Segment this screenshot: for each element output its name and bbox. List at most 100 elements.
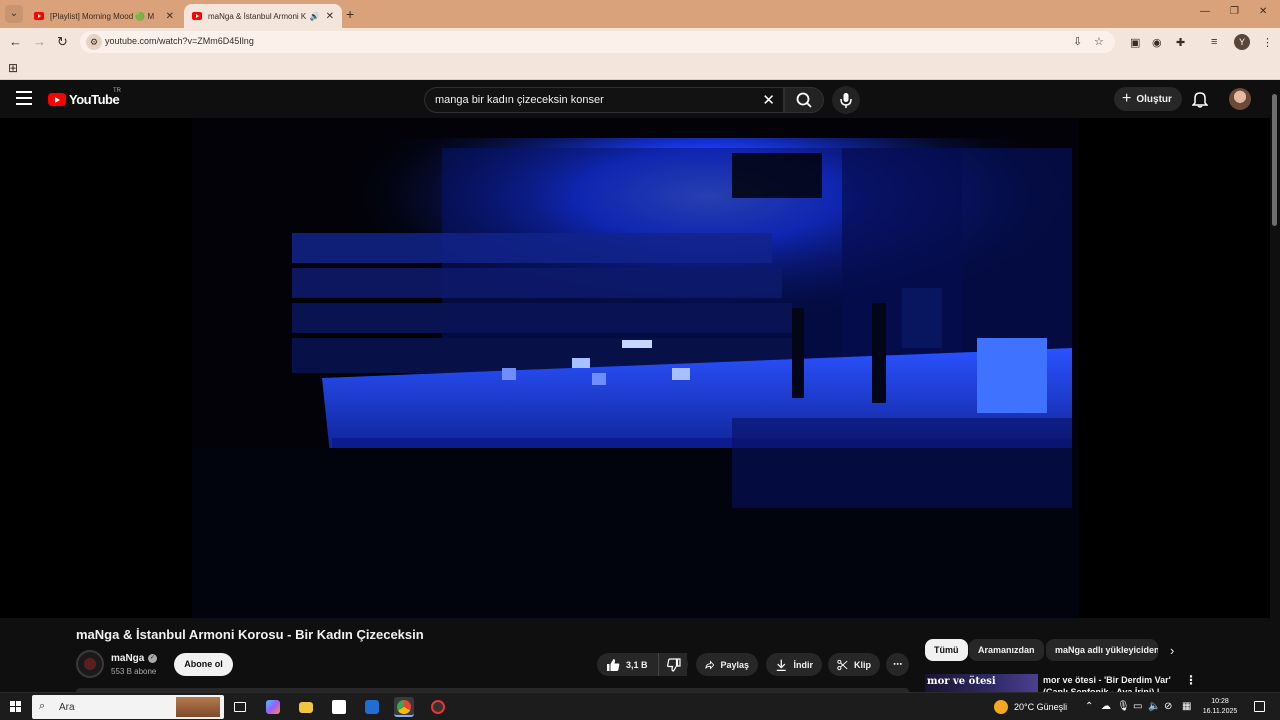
mail-icon[interactable] — [362, 697, 382, 717]
tray-app-icon[interactable]: ☁ — [1101, 701, 1111, 712]
scroll-thumb[interactable] — [1272, 94, 1277, 226]
url-text: youtube.com/watch?v=ZMm6D45Ilng — [105, 36, 254, 46]
browser-tab-active[interactable]: maNga & İstanbul Armoni K 🔊 ✕ — [184, 4, 342, 28]
extensions-puzzle-icon[interactable]: ✚ — [1176, 36, 1185, 49]
install-app-icon[interactable]: ⇩ — [1073, 35, 1082, 48]
chrome-taskbar-icon[interactable] — [394, 697, 414, 717]
youtube-favicon-icon — [34, 12, 44, 20]
taskbar-search-input[interactable]: ⌕ Ara — [32, 695, 224, 719]
share-label: Paylaş — [720, 659, 749, 670]
voice-search-button[interactable] — [832, 86, 860, 114]
recording-app-icon[interactable] — [428, 697, 448, 717]
new-tab-button[interactable]: + — [346, 6, 354, 22]
reload-icon[interactable]: ↻ — [57, 34, 68, 50]
create-button[interactable]: + Oluştur — [1114, 87, 1182, 111]
notifications-button[interactable] — [1191, 90, 1209, 113]
download-label: İndir — [793, 659, 814, 670]
channel-name[interactable]: maNga — [111, 653, 144, 664]
verified-badge-icon: ✓ — [148, 654, 157, 663]
close-tab-icon[interactable]: ✕ — [326, 11, 334, 22]
more-vertical-icon[interactable]: ⋮ — [1185, 673, 1197, 687]
clock-date: 16.11.2025 — [1202, 708, 1238, 715]
browser-tab[interactable]: [Playlist] Morning Mood 🟢 M ✕ — [26, 4, 182, 28]
volume-icon[interactable]: 🔈 — [1148, 701, 1160, 712]
notification-center-icon[interactable] — [1254, 701, 1265, 712]
chip-all[interactable]: Tümü — [925, 639, 968, 661]
share-arrow-icon — [705, 660, 715, 669]
copilot-icon[interactable] — [263, 697, 283, 717]
menu-icon[interactable] — [16, 91, 32, 105]
do-not-disturb-icon[interactable]: ⊘ — [1164, 701, 1172, 712]
show-hidden-icons-icon[interactable]: ⌃ — [1085, 701, 1093, 712]
microphone-tray-icon[interactable]: 🎙 — [1117, 701, 1130, 712]
system-clock[interactable]: 10:28 16.11.2025 — [1196, 697, 1244, 717]
download-icon — [776, 659, 786, 671]
task-view-icon[interactable] — [230, 697, 250, 717]
dislike-button[interactable] — [658, 653, 688, 676]
subscribe-button[interactable]: Abone ol — [174, 653, 233, 676]
search-query: manga bir kadın çizeceksin konser — [435, 94, 604, 106]
minimize-icon[interactable]: — — [1200, 6, 1210, 17]
thumbs-down-icon — [666, 657, 681, 672]
address-bar[interactable]: ⚙ youtube.com/watch?v=ZMm6D45Ilng ⇩ ☆ — [80, 31, 1115, 53]
bell-icon — [1191, 92, 1209, 108]
search-button[interactable] — [784, 87, 824, 113]
search-highlight-image — [176, 697, 220, 717]
share-button[interactable]: Paylaş — [696, 653, 758, 676]
extension-icon[interactable]: ▣ — [1130, 36, 1140, 49]
video-frame — [192, 118, 1082, 618]
chrome-menu-icon[interactable]: ⋮ — [1262, 36, 1273, 49]
recommendation-thumbnail[interactable]: mor ve ötesi — [925, 674, 1038, 692]
weather-sun-icon[interactable] — [994, 700, 1008, 714]
apps-grid-icon[interactable]: ⊞ — [8, 61, 18, 75]
clip-label: Klip — [854, 659, 871, 670]
windows-start-icon[interactable] — [10, 701, 22, 713]
network-icon[interactable]: ▭ — [1133, 701, 1142, 712]
tab-title: [Playlist] Morning Mood 🟢 M — [50, 11, 155, 21]
search-input[interactable]: manga bir kadın çizeceksin konser ✕ — [424, 87, 784, 113]
region-code: TR — [113, 88, 121, 94]
store-icon[interactable] — [329, 697, 349, 717]
thumbnail-text: mor ve ötesi — [927, 676, 996, 687]
youtube-favicon-icon — [192, 12, 202, 20]
browser-tabstrip: ⌄ [Playlist] Morning Mood 🟢 M ✕ maNga & … — [0, 0, 1280, 28]
more-actions-button[interactable]: ⋯ — [886, 653, 909, 676]
extension-icon[interactable]: ◉ — [1152, 36, 1162, 49]
create-label: Oluştur — [1136, 93, 1172, 105]
chip-from-search[interactable]: Aramanızdan — [969, 639, 1044, 661]
profile-avatar[interactable]: Y — [1234, 34, 1250, 50]
speaker-icon[interactable]: 🔊 — [310, 12, 320, 21]
clock-time: 10:28 — [1211, 698, 1229, 705]
bookmarks-bar: ⊞ — [0, 56, 1280, 80]
forward-icon[interactable]: → — [33, 34, 46, 50]
keyboard-layout-icon[interactable]: ▦ — [1182, 701, 1191, 712]
more-horizontal-icon: ⋯ — [893, 659, 902, 669]
chip-from-uploader[interactable]: maNga adlı yükleyiciden — [1046, 639, 1158, 661]
subscriber-count: 553 B abone — [111, 667, 157, 676]
tab-search-button[interactable]: ⌄ — [5, 5, 23, 23]
thumbs-up-icon — [607, 658, 620, 671]
video-player[interactable]: maNga — [0, 118, 1270, 618]
reading-list-icon[interactable]: ≡ — [1211, 36, 1217, 48]
chevron-right-icon[interactable]: › — [1170, 643, 1174, 658]
channel-avatar[interactable] — [76, 650, 104, 678]
restore-icon[interactable]: ❐ — [1230, 6, 1239, 17]
recommendation-title[interactable]: mor ve ötesi - 'Bir Derdim Var' (Canlı S… — [1043, 674, 1173, 692]
logo-text: YouTube — [69, 92, 120, 107]
youtube-logo[interactable]: YouTube — [48, 92, 120, 107]
clear-search-icon[interactable]: ✕ — [762, 91, 775, 109]
weather-text[interactable]: 20°C Güneşli — [1014, 702, 1067, 712]
youtube-header: YouTube TR manga bir kadın çizeceksin ko… — [0, 80, 1280, 118]
account-avatar[interactable] — [1229, 88, 1251, 110]
bookmark-star-icon[interactable]: ☆ — [1094, 35, 1104, 48]
youtube-play-logo-icon — [48, 93, 66, 106]
download-button[interactable]: İndir — [766, 653, 822, 676]
close-tab-icon[interactable]: ✕ — [166, 11, 174, 22]
page-scrollbar[interactable] — [1270, 80, 1280, 692]
back-icon[interactable]: ← — [9, 34, 22, 50]
clip-button[interactable]: Klip — [828, 653, 880, 676]
site-info-icon[interactable]: ⚙ — [86, 34, 102, 50]
file-explorer-icon[interactable] — [296, 697, 316, 717]
close-window-icon[interactable]: ✕ — [1259, 6, 1267, 17]
search-icon: ⌕ — [39, 700, 46, 712]
